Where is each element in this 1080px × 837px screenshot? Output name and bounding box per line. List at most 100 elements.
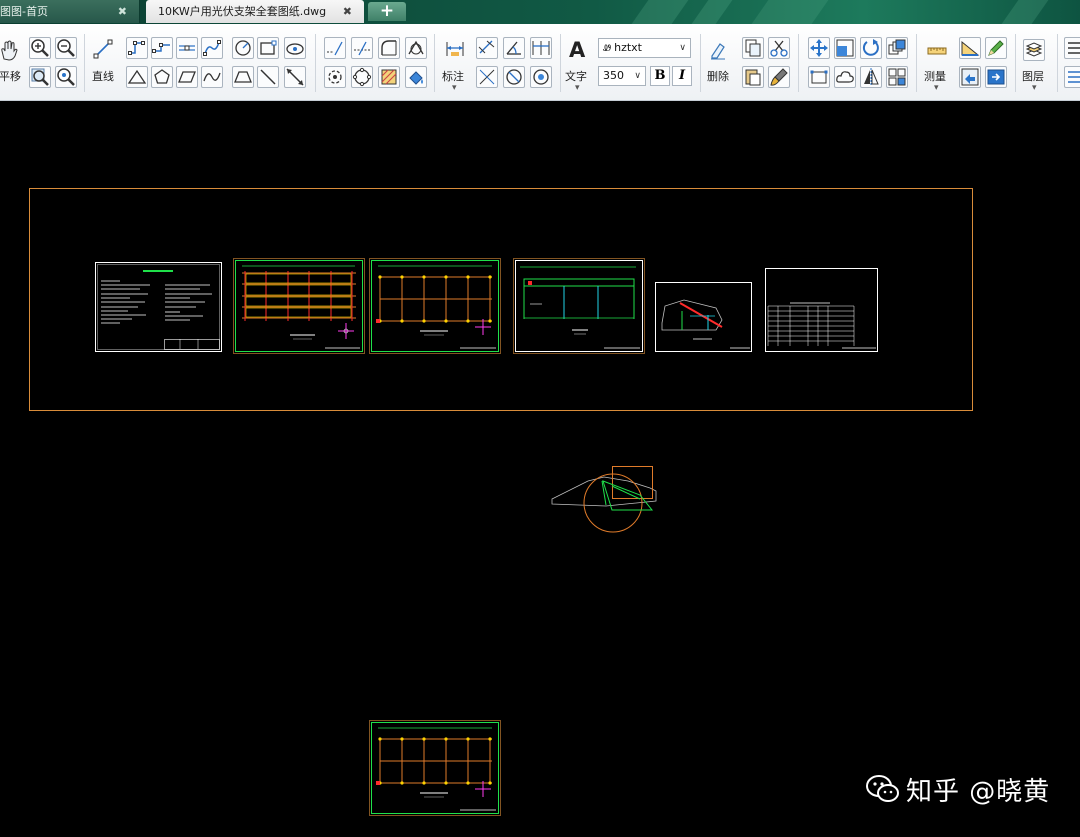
new-tab-button[interactable]: + [368, 2, 406, 21]
multiline-button[interactable] [151, 37, 173, 59]
freehand-icon [203, 72, 221, 82]
mirror-icon [864, 68, 879, 86]
delete-button[interactable] [707, 39, 729, 61]
cloud-button[interactable] [834, 66, 856, 88]
italic-button[interactable]: I [672, 66, 692, 86]
parallelogram-button[interactable] [176, 66, 198, 88]
layer-button[interactable] [1023, 39, 1045, 61]
copy-button[interactable] [742, 37, 764, 59]
zoom-window-button[interactable] [29, 66, 51, 88]
zoom-extents-button[interactable] [55, 66, 77, 88]
rectangle-icon [260, 40, 277, 55]
center-mark-button[interactable] [530, 66, 552, 88]
pan-label: 平移 [0, 70, 21, 83]
zoom-in-button[interactable] [29, 37, 51, 59]
mirror-button[interactable] [860, 66, 882, 88]
drawing-sheet-layout-plan[interactable] [233, 258, 365, 354]
pan-button[interactable] [0, 38, 20, 62]
layer-dropdown-icon[interactable]: ▾ [1032, 83, 1037, 93]
rectangle-button[interactable] [257, 37, 279, 59]
parallelogram-icon [178, 71, 196, 83]
scale-button[interactable] [834, 37, 856, 59]
hatch-button[interactable] [378, 66, 400, 88]
insert-button[interactable] [959, 66, 981, 88]
triangle-button[interactable] [126, 66, 148, 88]
zoom-out-button[interactable] [55, 37, 77, 59]
fillet-icon [381, 40, 397, 56]
tab-drawing-label: 10KW户用光伏支架全套图纸.dwg [158, 5, 327, 18]
array-button[interactable] [886, 37, 908, 59]
double-line-button[interactable] [176, 37, 198, 59]
zoom-in-icon [31, 39, 49, 57]
trim-button[interactable] [324, 37, 346, 59]
rotate-button[interactable] [860, 37, 882, 59]
area-button[interactable] [959, 37, 981, 59]
drawing-sheet-notes[interactable] [95, 262, 222, 352]
ray-button[interactable] [257, 66, 279, 88]
copy-icon [745, 39, 761, 57]
brush-icon [770, 68, 788, 86]
paste-button[interactable] [742, 66, 764, 88]
radius-dim-button[interactable] [476, 66, 498, 88]
angular-dim-button[interactable] [503, 37, 525, 59]
aligned-dim-button[interactable] [476, 37, 498, 59]
block-button[interactable] [886, 66, 908, 88]
text-icon[interactable]: A [569, 38, 585, 62]
drawing-canvas[interactable] [0, 101, 1080, 837]
pencil-button[interactable] [985, 37, 1007, 59]
watermark-text: 知乎 @晓黄 [906, 776, 1051, 807]
layer-tools-button[interactable] [1064, 66, 1080, 88]
line-button[interactable] [92, 38, 114, 60]
diameter-dim-icon [506, 69, 522, 85]
dimension-button[interactable] [444, 38, 466, 60]
tab-drawing[interactable]: 10KW户用光伏支架全套图纸.dwg ✖ [146, 0, 364, 23]
drawing-sheet-material-table[interactable] [765, 268, 878, 352]
tab-home[interactable]: 图图-首页 ✖ [0, 0, 140, 23]
explode-button[interactable] [324, 66, 346, 88]
polygon-button[interactable] [151, 66, 173, 88]
diameter-dim-button[interactable] [503, 66, 525, 88]
tab-home-close-icon[interactable]: ✖ [118, 0, 127, 23]
continue-dim-button[interactable] [530, 37, 552, 59]
tab-drawing-close-icon[interactable]: ✖ [343, 0, 352, 23]
export-button[interactable] [985, 66, 1007, 88]
move-button[interactable] [808, 37, 830, 59]
drawing-sheet-elevation[interactable] [513, 258, 645, 354]
drawing-sheet-side-section[interactable] [655, 282, 752, 352]
polyline-button[interactable] [126, 37, 148, 59]
fillet-button[interactable] [378, 37, 400, 59]
text-size-select[interactable]: 350 ∨ [598, 66, 646, 86]
cut-button[interactable] [768, 37, 790, 59]
match-properties-button[interactable] [768, 66, 790, 88]
stretch-button[interactable] [808, 66, 830, 88]
drawing-sheet-purlin-plan[interactable] [369, 258, 501, 354]
layout-frame[interactable] [29, 188, 973, 411]
extend-icon [354, 41, 370, 56]
circle-icon [235, 40, 251, 56]
stretch-icon [810, 70, 828, 84]
block-icon [888, 68, 906, 86]
extend-button[interactable] [351, 37, 373, 59]
insert-icon [961, 68, 979, 86]
freehand-button[interactable] [201, 66, 223, 88]
fill-button[interactable] [405, 66, 427, 88]
properties-button[interactable] [1064, 37, 1080, 59]
measure-button[interactable] [926, 39, 948, 61]
dimension-dropdown-icon[interactable]: ▾ [452, 83, 457, 93]
ellipse-button[interactable] [284, 37, 306, 59]
drawing-sheet-purlin-plan-copy[interactable] [369, 720, 501, 816]
break-button[interactable] [351, 66, 373, 88]
spline-button[interactable] [201, 37, 223, 59]
wechat-icon [866, 775, 899, 802]
font-select[interactable]: Ꮺhztxt ∨ [598, 38, 691, 58]
text-label: 文字 [565, 70, 587, 83]
bold-button[interactable]: B [650, 66, 670, 86]
measure-dropdown-icon[interactable]: ▾ [934, 83, 939, 93]
loose-bracket-geometry[interactable] [551, 466, 657, 533]
break-icon [352, 67, 372, 87]
circle-button[interactable] [232, 37, 254, 59]
xline-button[interactable] [284, 66, 306, 88]
text-dropdown-icon[interactable]: ▾ [575, 83, 580, 93]
trapezoid-button[interactable] [232, 66, 254, 88]
offset-button[interactable] [405, 37, 427, 59]
